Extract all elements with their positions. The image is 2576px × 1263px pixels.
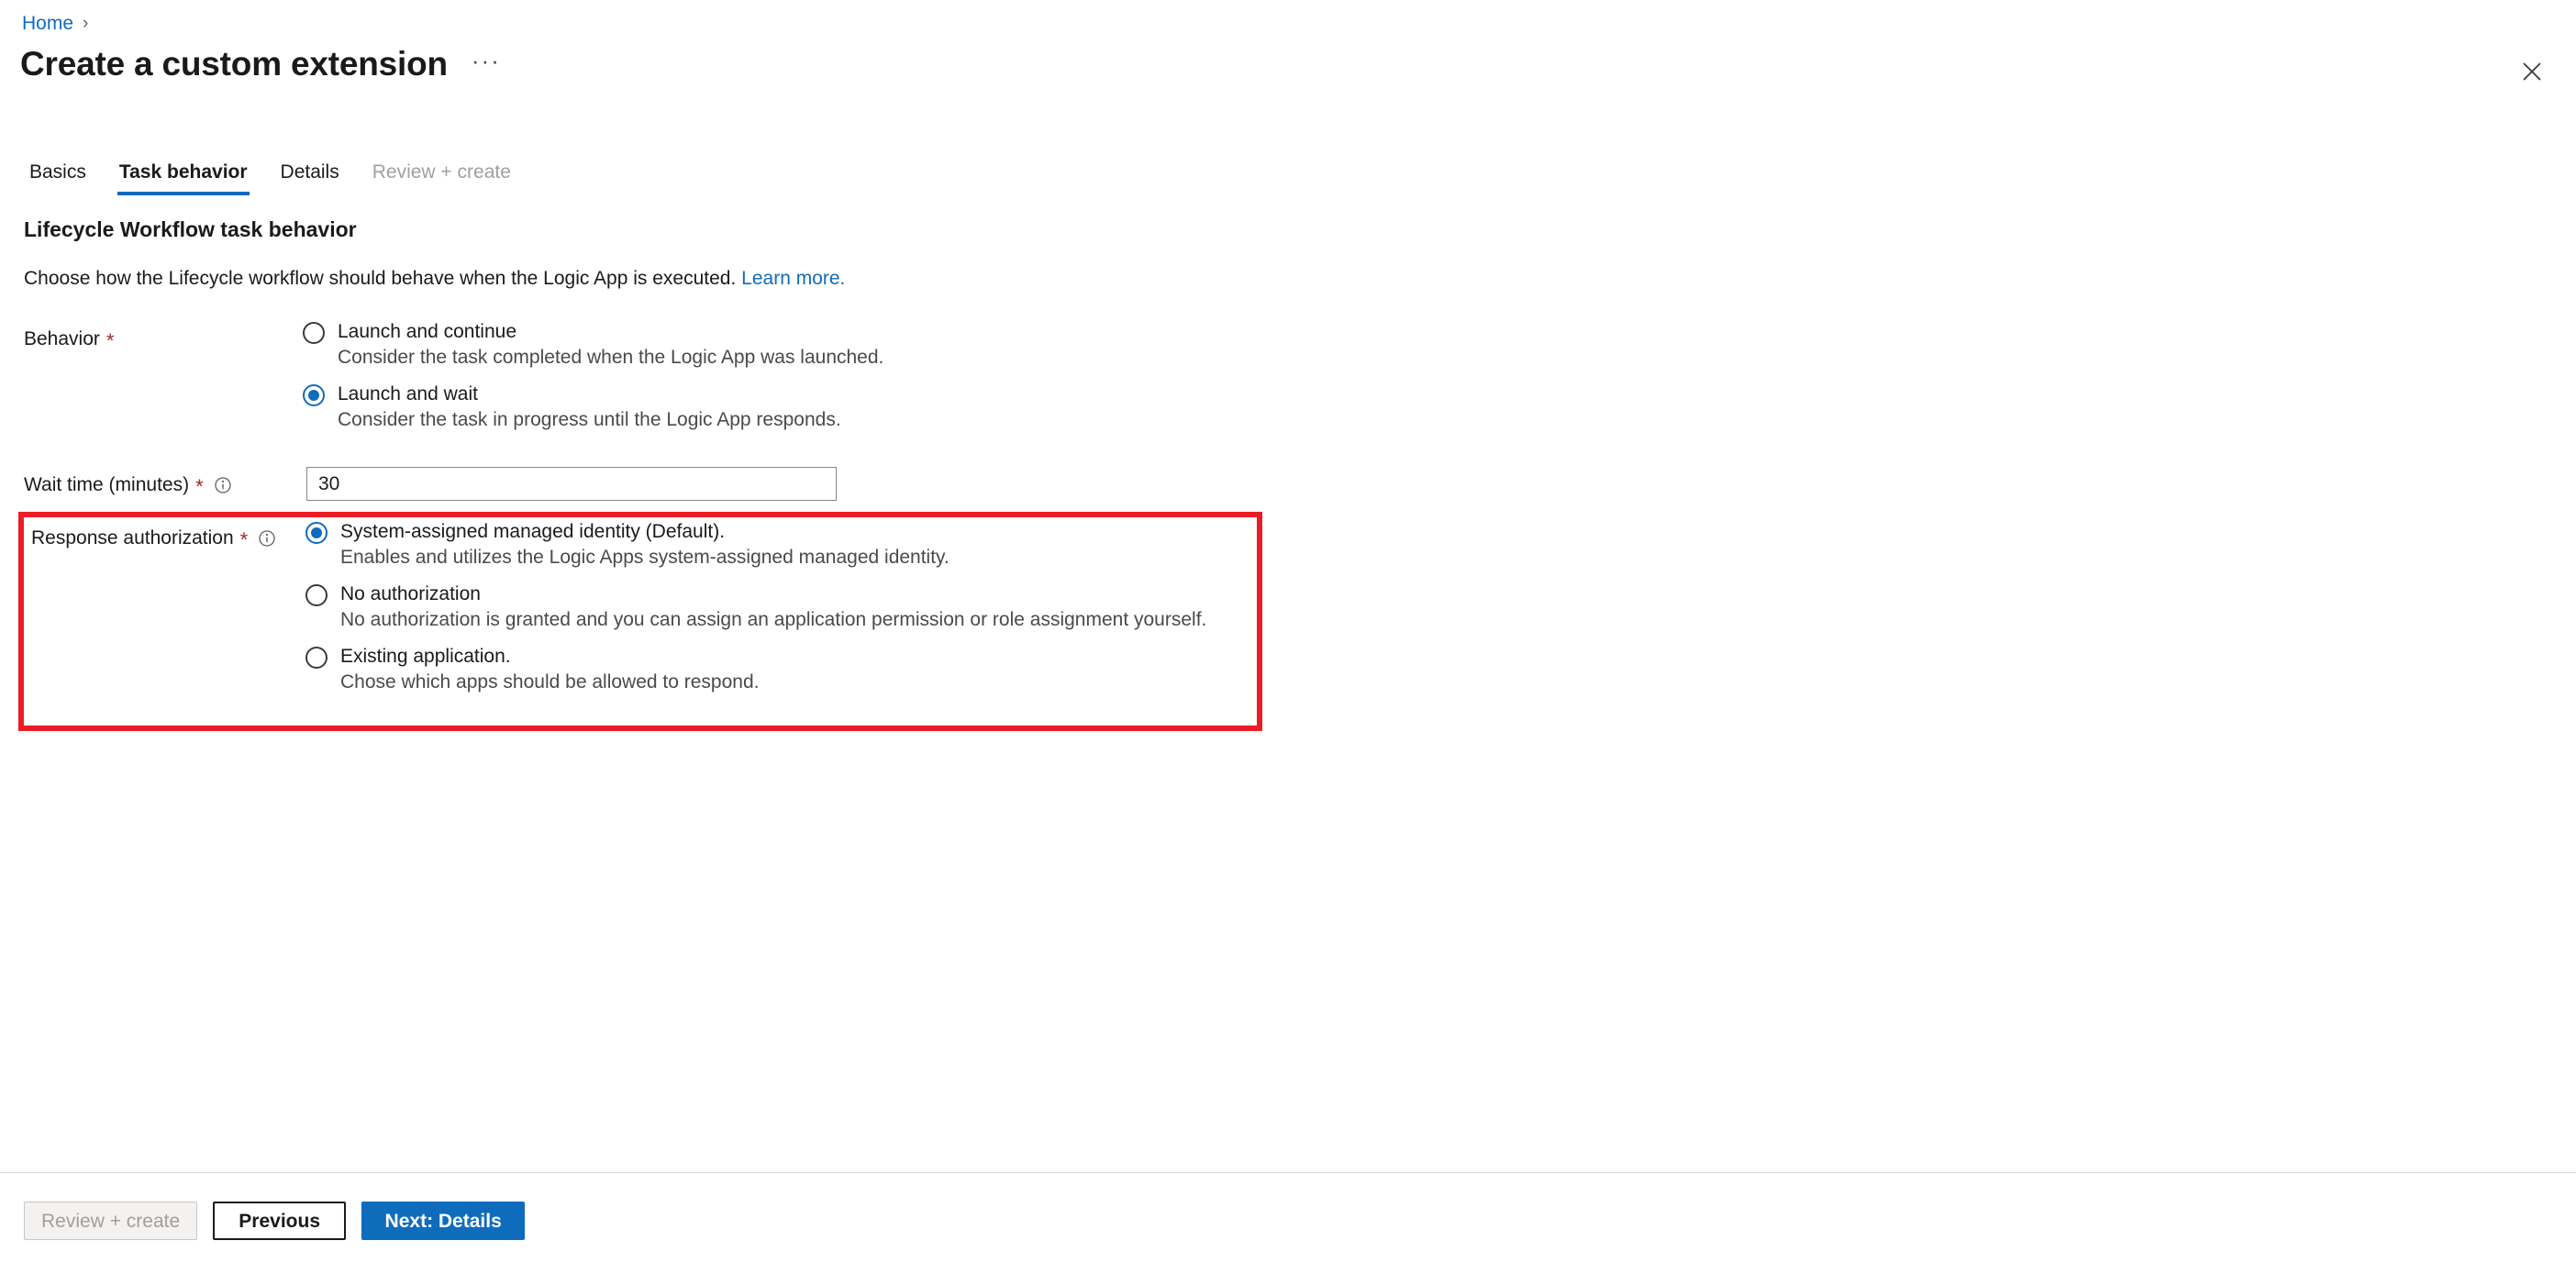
behavior-radio-group: Launch and continue Consider the task co… (303, 319, 883, 444)
footer-divider (0, 1172, 2576, 1173)
radio-launch-and-wait-label: Launch and wait (338, 383, 478, 404)
behavior-label: Behavior * (24, 327, 114, 352)
radio-no-authorization[interactable]: No authorization No authorization is gra… (305, 582, 1206, 633)
behavior-required-marker: * (105, 329, 115, 352)
tab-basics-label: Basics (29, 161, 86, 183)
radio-system-assigned-managed-identity-sublabel: Enables and utilizes the Logic Apps syst… (340, 547, 949, 568)
response-authorization-required-marker: * (239, 528, 249, 551)
review-create-button-label: Review + create (41, 1210, 181, 1232)
chevron-right-icon: › (83, 14, 89, 33)
section-description: Choose how the Lifecycle workflow should… (24, 266, 845, 292)
wait-time-label: Wait time (minutes) * (24, 472, 232, 498)
next-details-button-label: Next: Details (384, 1210, 502, 1232)
tab-task-behavior-label: Task behavior (118, 161, 248, 183)
wait-time-label-text: Wait time (minutes) (24, 474, 190, 495)
learn-more-link[interactable]: Learn more. (741, 268, 845, 289)
radio-checked-icon (305, 522, 328, 544)
radio-launch-and-continue-label: Launch and continue (338, 321, 516, 342)
radio-unchecked-icon (303, 322, 325, 344)
page-title: Create a custom extension (20, 45, 448, 83)
tab-task-behavior[interactable]: Task behavior (103, 161, 264, 195)
previous-button-label: Previous (239, 1210, 321, 1232)
radio-system-assigned-managed-identity[interactable]: System-assigned managed identity (Defaul… (305, 519, 1206, 571)
radio-unchecked-icon (305, 647, 328, 669)
radio-existing-application-sublabel: Chose which apps should be allowed to re… (340, 671, 760, 692)
footer-actions: Review + create Previous Next: Details (24, 1202, 526, 1240)
breadcrumb: Home › (22, 11, 88, 37)
title-row: Create a custom extension ··· (20, 44, 505, 84)
review-create-button: Review + create (24, 1202, 198, 1240)
breadcrumb-home-link[interactable]: Home (22, 11, 73, 37)
info-icon[interactable] (258, 529, 276, 548)
behavior-label-text: Behavior (24, 328, 100, 349)
response-authorization-label: Response authorization * (31, 526, 276, 551)
section-description-text: Choose how the Lifecycle workflow should… (24, 268, 737, 289)
tab-basics[interactable]: Basics (24, 161, 103, 195)
radio-launch-and-continue[interactable]: Launch and continue Consider the task co… (303, 319, 883, 371)
tab-details[interactable]: Details (264, 161, 356, 195)
radio-checked-icon (303, 384, 325, 406)
response-authorization-label-text: Response authorization (31, 527, 234, 548)
radio-unchecked-icon (305, 584, 328, 606)
radio-system-assigned-managed-identity-label: System-assigned managed identity (Defaul… (340, 521, 726, 542)
wizard-tabs: Basics Task behavior Details Review + cr… (24, 161, 527, 195)
radio-launch-and-wait-sublabel: Consider the task in progress until the … (338, 409, 841, 430)
close-button[interactable] (2514, 53, 2550, 90)
more-options-icon[interactable]: ··· (468, 49, 505, 79)
info-icon[interactable] (214, 476, 232, 494)
section-title: Lifecycle Workflow task behavior (24, 217, 357, 241)
wait-time-input[interactable] (306, 467, 837, 501)
previous-button[interactable]: Previous (213, 1202, 347, 1240)
close-icon (2522, 61, 2542, 82)
tab-review-create: Review + create (356, 161, 527, 195)
wait-time-required-marker: * (195, 475, 204, 498)
tab-review-create-label: Review + create (372, 161, 511, 183)
next-details-button[interactable]: Next: Details (361, 1202, 526, 1240)
radio-existing-application[interactable]: Existing application. Chose which apps s… (305, 644, 1206, 695)
radio-no-authorization-sublabel: No authorization is granted and you can … (340, 609, 1207, 630)
tab-details-label: Details (280, 161, 339, 183)
response-authorization-radio-group: System-assigned managed identity (Defaul… (305, 519, 1206, 706)
radio-no-authorization-label: No authorization (340, 583, 481, 604)
radio-launch-and-wait[interactable]: Launch and wait Consider the task in pro… (303, 382, 883, 433)
radio-launch-and-continue-sublabel: Consider the task completed when the Log… (338, 347, 884, 368)
radio-existing-application-label: Existing application. (340, 646, 511, 667)
